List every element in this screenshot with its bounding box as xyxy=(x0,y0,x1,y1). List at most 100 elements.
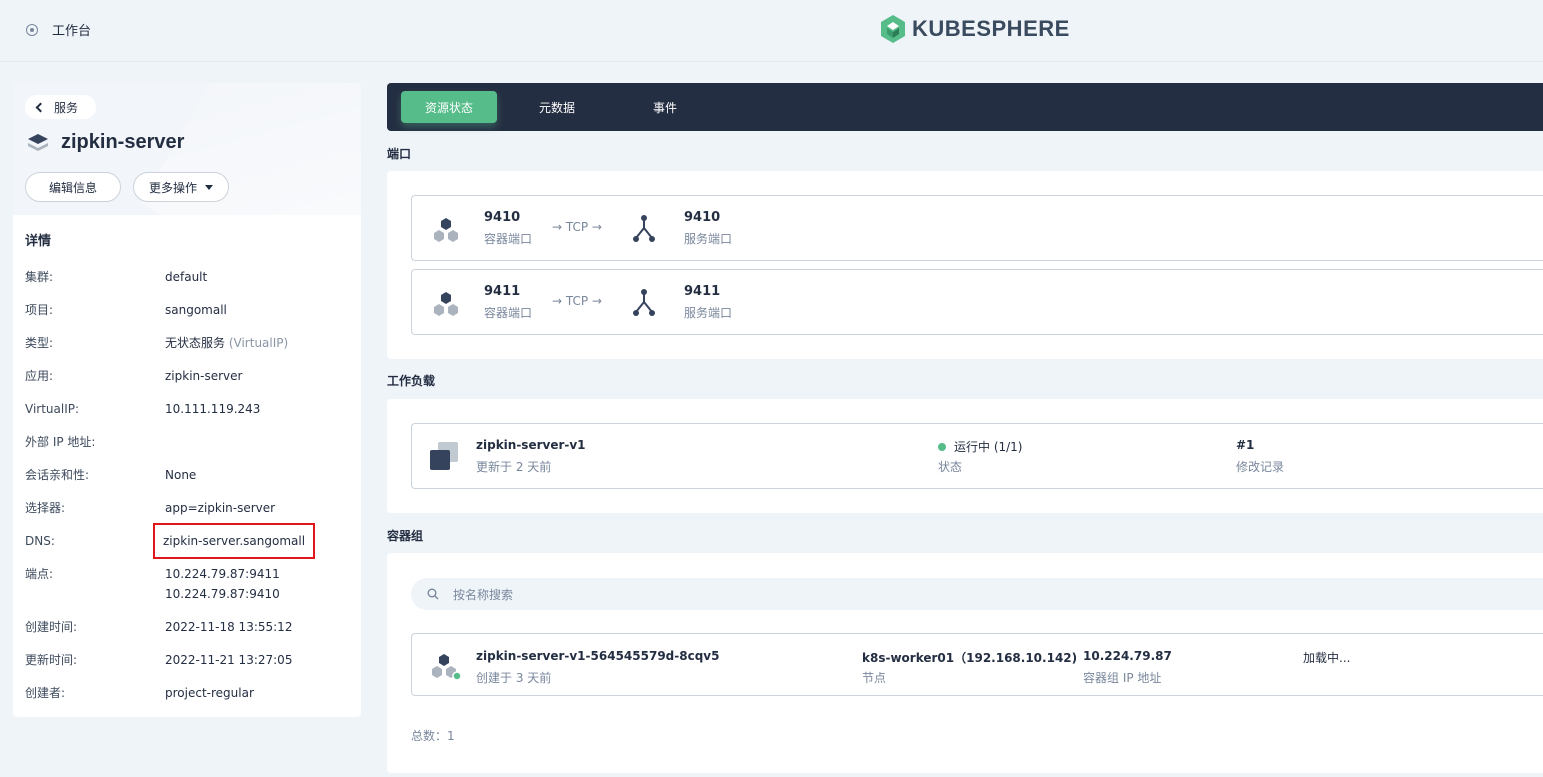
caret-down-icon xyxy=(205,184,213,190)
workbench-link[interactable]: 工作台 xyxy=(26,20,91,39)
pods-section-title: 容器组 xyxy=(387,529,424,543)
detail-row-app: 应用: zipkin-server xyxy=(25,366,355,399)
detail-row-session-affinity: 会话亲和性: None xyxy=(25,465,355,498)
status-running-icon xyxy=(938,443,946,451)
pods-card: 按名称搜索 zipkin-server-v1-564545579d-8cqv5 … xyxy=(387,553,1543,773)
detail-row-external-ip: 外部 IP 地址: xyxy=(25,432,355,465)
kubesphere-logo[interactable]: KUBESPHERE xyxy=(880,14,1070,44)
detail-key: 项目: xyxy=(25,303,54,317)
ports-section-title: 端口 xyxy=(387,147,412,161)
workload-section-title: 工作负载 xyxy=(387,374,436,388)
pod-node: k8s-worker01（192.168.10.142) xyxy=(862,651,1078,665)
container-port-value: 9410 xyxy=(484,210,521,225)
deployment-icon xyxy=(430,442,458,470)
workload-revision: #1 xyxy=(1236,438,1255,452)
detail-key: 集群: xyxy=(25,270,54,284)
container-port-label: 容器端口 xyxy=(484,232,533,246)
type-extra: (VirtualIP) xyxy=(228,336,289,350)
kubesphere-logo-text: KUBESPHERE xyxy=(912,16,1070,41)
details-list: 集群: default 项目: sangomall 类型: 无状态服务 (Vir… xyxy=(25,267,355,716)
detail-tabs: 资源状态 元数据 事件 xyxy=(387,83,1543,131)
detail-key: 端点: xyxy=(25,567,54,581)
edit-info-button[interactable]: 编辑信息 xyxy=(25,172,121,202)
service-name: zipkin-server xyxy=(61,131,185,153)
detail-key: VirtualIP: xyxy=(25,402,80,416)
search-placeholder: 按名称搜索 xyxy=(453,587,514,602)
detail-value: 10.111.119.243 xyxy=(165,402,261,416)
detail-row-endpoints: 端点: 10.224.79.87:9411 10.224.79.87:9410 xyxy=(25,564,355,617)
detail-key: 创建时间: xyxy=(25,620,78,634)
workbench-icon xyxy=(26,23,38,36)
detail-value: zipkin-server.sangomall xyxy=(153,523,355,564)
detail-row-created: 创建时间: 2022-11-18 13:55:12 xyxy=(25,617,355,650)
service-detail-panel: 服务 zipkin-server 编辑信息 更多操作 详情 集群: defaul… xyxy=(13,83,361,717)
service-port-value: 9410 xyxy=(684,210,721,225)
detail-value: 无状态服务 (VirtualIP) xyxy=(165,333,355,366)
search-icon xyxy=(427,588,439,600)
details-title: 详情 xyxy=(25,234,52,249)
protocol-label: → TCP → xyxy=(552,220,602,234)
pod-item[interactable]: zipkin-server-v1-564545579d-8cqv5 创建于 3 … xyxy=(411,633,1543,696)
detail-row-virtualip: VirtualIP: 10.111.119.243 xyxy=(25,399,355,432)
more-actions-button[interactable]: 更多操作 xyxy=(133,172,229,202)
workload-status-text: 运行中 (1/1) xyxy=(954,440,1023,454)
port-item: 9410 容器端口 → TCP → 9410 服务端口 xyxy=(411,195,1543,261)
detail-key: DNS: xyxy=(25,534,55,548)
detail-value: project-regular xyxy=(165,686,254,700)
detail-value: sangomall xyxy=(165,303,227,317)
detail-value: default xyxy=(165,270,208,284)
detail-key: 创建者: xyxy=(25,686,66,700)
service-port-value: 9411 xyxy=(684,284,721,299)
endpoint-1: 10.224.79.87:9411 xyxy=(165,567,280,581)
chevron-left-icon xyxy=(35,102,46,112)
service-port-label: 服务端口 xyxy=(684,232,733,246)
detail-key: 选择器: xyxy=(25,501,66,515)
tab-events[interactable]: 事件 xyxy=(625,91,705,123)
pod-name[interactable]: zipkin-server-v1-564545579d-8cqv5 xyxy=(476,649,719,663)
tab-metadata[interactable]: 元数据 xyxy=(513,91,601,123)
edit-info-label: 编辑信息 xyxy=(48,180,97,195)
tab-resource-status[interactable]: 资源状态 xyxy=(401,91,497,123)
workload-card: zipkin-server-v1 更新于 2 天前 运行中 (1/1) 状态 #… xyxy=(387,399,1543,513)
detail-row-project: 项目: sangomall xyxy=(25,300,355,333)
detail-value: None xyxy=(165,468,197,482)
service-header: 服务 zipkin-server 编辑信息 更多操作 xyxy=(13,83,361,215)
top-bar: 工作台 KUBESPHERE xyxy=(0,0,1543,62)
detail-row-dns: DNS: zipkin-server.sangomall xyxy=(25,523,355,564)
detail-value xyxy=(165,432,355,465)
workload-revision-label: 修改记录 xyxy=(1236,460,1285,474)
pod-icon xyxy=(432,654,462,681)
pod-node-label: 节点 xyxy=(862,671,887,685)
container-port-label: 容器端口 xyxy=(484,306,533,320)
pod-loading: 加载中... xyxy=(1303,651,1351,665)
detail-row-cluster: 集群: default xyxy=(25,267,355,300)
service-icon xyxy=(28,133,48,151)
pods-total: 总数：1 xyxy=(411,729,455,743)
pod-ip: 10.224.79.87 xyxy=(1083,649,1172,663)
workload-item[interactable]: zipkin-server-v1 更新于 2 天前 运行中 (1/1) 状态 #… xyxy=(411,423,1543,489)
pod-created: 创建于 3 天前 xyxy=(476,671,552,685)
detail-value: zipkin-server xyxy=(165,369,243,383)
detail-value: 2022-11-21 13:27:05 xyxy=(165,653,293,667)
detail-key: 类型: xyxy=(25,336,54,350)
detail-row-type: 类型: 无状态服务 (VirtualIP) xyxy=(25,333,355,366)
container-port-value: 9411 xyxy=(484,284,521,299)
type-value: 无状态服务 xyxy=(165,336,226,350)
service-port-label: 服务端口 xyxy=(684,306,733,320)
workload-updated: 更新于 2 天前 xyxy=(476,460,552,474)
workload-name[interactable]: zipkin-server-v1 xyxy=(476,438,586,452)
kubesphere-logo-icon xyxy=(881,15,905,43)
container-port-icon xyxy=(434,292,458,316)
detail-key: 外部 IP 地址: xyxy=(25,435,96,449)
back-to-services-button[interactable]: 服务 xyxy=(25,95,97,119)
detail-key: 会话亲和性: xyxy=(25,468,90,482)
service-port-icon xyxy=(633,289,655,316)
workbench-label: 工作台 xyxy=(52,24,92,39)
detail-key: 应用: xyxy=(25,369,54,383)
detail-row-updated: 更新时间: 2022-11-21 13:27:05 xyxy=(25,650,355,683)
pod-search-input[interactable]: 按名称搜索 xyxy=(411,578,1543,610)
detail-value: 2022-11-18 13:55:12 xyxy=(165,620,293,634)
back-label: 服务 xyxy=(54,100,79,115)
ports-card: 9410 容器端口 → TCP → 9410 服务端口 9411 容器端口 → … xyxy=(387,171,1543,359)
workload-status-label: 状态 xyxy=(938,460,963,474)
